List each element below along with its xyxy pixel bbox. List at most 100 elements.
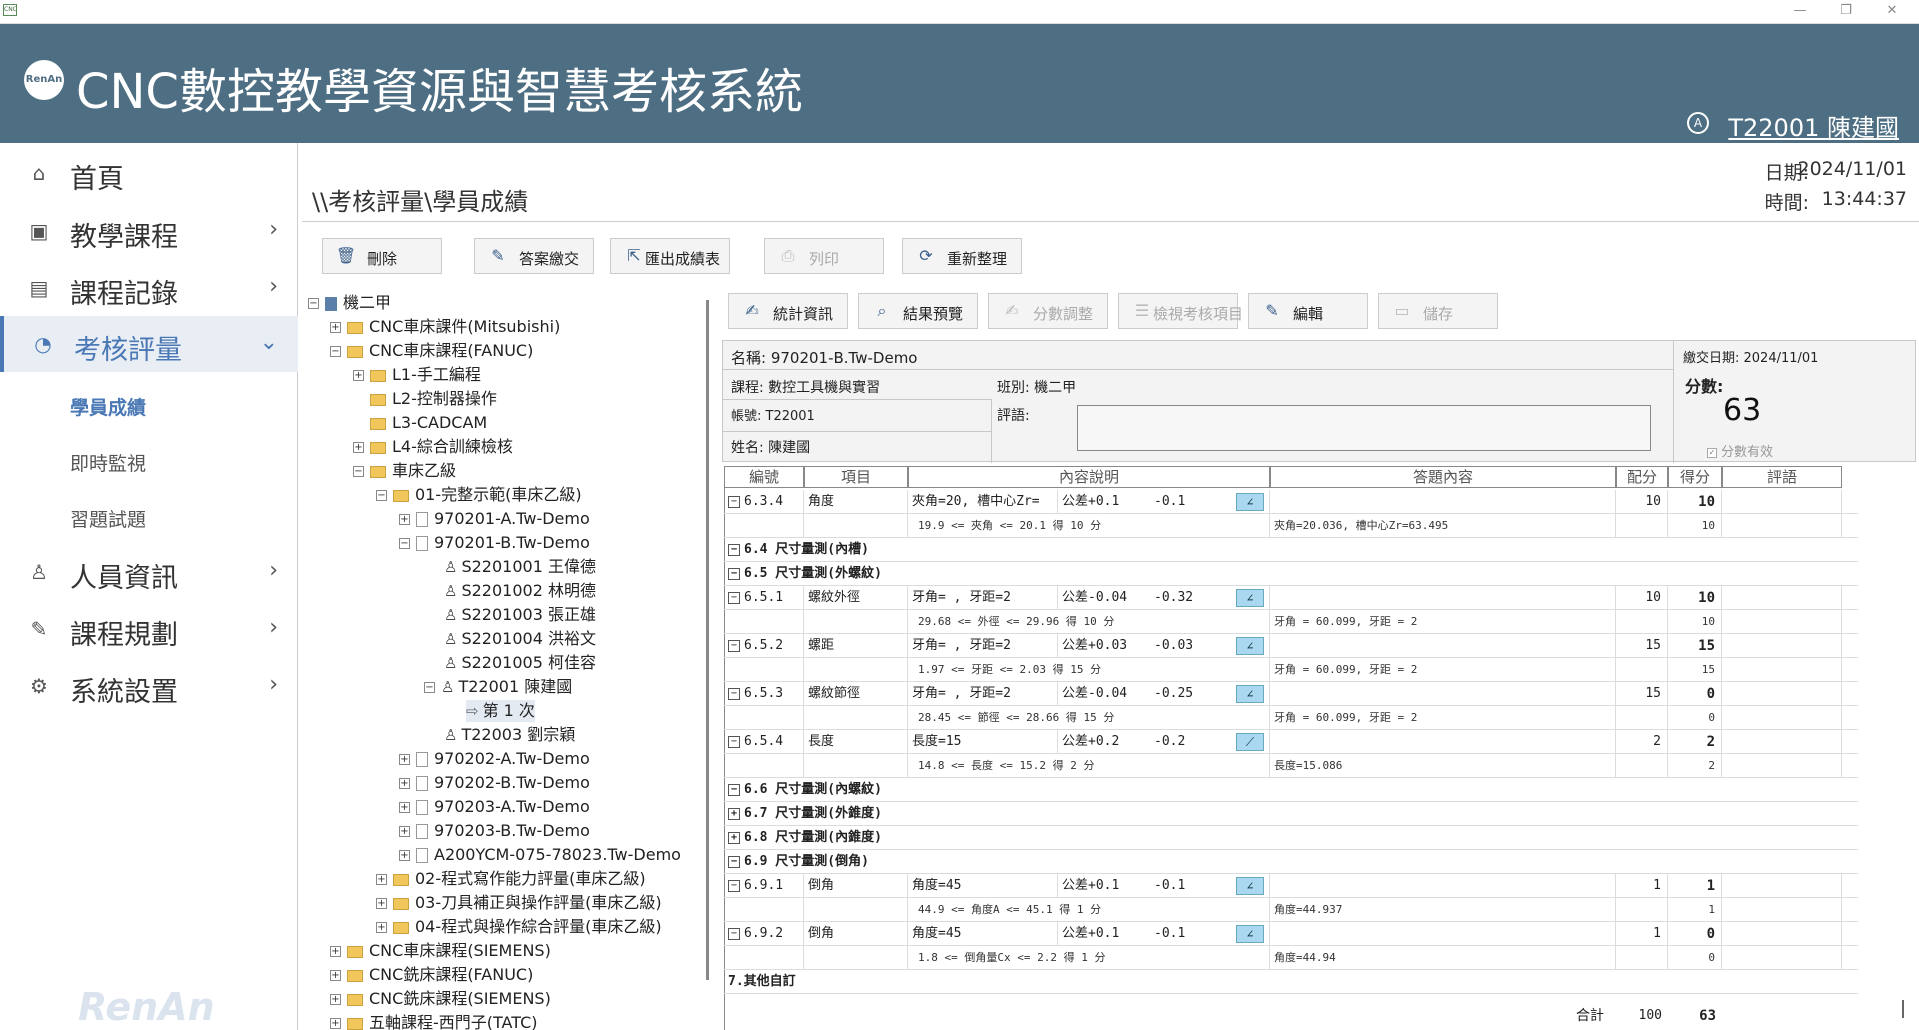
expand-icon[interactable]: + [330,970,341,981]
minimize-button[interactable]: — [1790,2,1810,20]
collapse-icon[interactable]: − [424,682,435,693]
nav-settings[interactable]: ⚙ 系統設置 › [0,658,298,714]
tree-node[interactable]: − 01-完整示範(車床乙級) [376,484,582,506]
collapse-icon[interactable]: − [353,466,364,477]
col-header-comment[interactable]: 評語 [1722,466,1842,488]
tree-node[interactable]: − ♙ T22001 陳建國 [424,676,572,698]
collapse-icon[interactable]: − [330,346,341,357]
grid-scrollbar[interactable] [1902,1000,1904,1018]
nav-planning[interactable]: ✎ 課程規劃 › [0,601,298,657]
angle-icon[interactable]: ∠ [1236,925,1264,943]
nav-personnel[interactable]: ♙ 人員資訊 › [0,544,298,600]
expand-icon[interactable]: + [330,946,341,957]
collapse-icon[interactable]: − [728,495,740,508]
angle-icon[interactable]: ∠ [1236,685,1264,703]
col-header-score[interactable]: 得分 [1668,466,1722,488]
collapse-icon[interactable]: − [399,538,410,549]
submit-answer-button[interactable]: ✎ 答案繳交 [474,238,594,274]
expand-icon[interactable]: + [399,802,410,813]
col-header-answer[interactable]: 答題內容 [1270,466,1616,488]
tree-node[interactable]: + CNC車床課程(SIEMENS) [330,940,551,962]
tree-node[interactable]: + A200YCM-075-78023.Tw-Demo [399,844,681,866]
tree-node[interactable]: +970202-B.Tw-Demo [399,772,590,794]
item-row[interactable]: −6.5.3 螺紋節徑 牙角= , 牙距=2 公差-0.04 -0.25 15 0 ∠ [724,682,1858,706]
export-scores-button[interactable]: ⇱ 匯出成績表 [610,238,730,274]
expand-icon[interactable]: + [399,826,410,837]
collapse-icon[interactable]: − [728,927,740,940]
tree-node[interactable]: +970203-A.Tw-Demo [399,796,590,818]
item-row[interactable]: −6.5.2 螺距 牙角= , 牙距=2 公差+0.03 -0.03 15 15 ∠ [724,634,1858,658]
tree-node[interactable]: ♙ S2201004 洪裕文 [444,628,596,650]
item-row[interactable]: −6.5.4 長度 長度=15 公差+0.2 -0.2 2 2 ⟋ [724,730,1858,754]
expand-icon[interactable]: + [399,514,410,525]
tree-scrollbar[interactable] [706,300,709,980]
item-row[interactable]: −6.5.1 螺紋外徑 牙角= , 牙距=2 公差-0.04 -0.32 10 10 ∠ [724,586,1858,610]
expand-icon[interactable]: + [330,1018,341,1029]
expand-icon[interactable]: + [399,754,410,765]
item-row[interactable]: −6.9.1 倒角 角度=45 公差+0.1 -0.1 1 1 ∠ [724,874,1858,898]
tree-node[interactable]: +04-程式與操作綜合評量(車床乙級) [376,916,662,938]
tree-node[interactable]: − 970201-B.Tw-Demo [399,532,590,554]
collapse-icon[interactable]: − [728,687,740,700]
expand-icon[interactable]: + [728,807,740,820]
section-row[interactable]: +6.8 尺寸量測(內錐度) [724,826,1858,850]
maximize-button[interactable]: ❐ [1836,2,1856,20]
close-button[interactable]: ✕ [1882,2,1902,20]
nav-courses[interactable]: ▣ 教學課程 › [0,203,298,259]
expand-icon[interactable]: + [399,778,410,789]
angle-icon[interactable]: ∠ [1236,589,1264,607]
tree-node[interactable]: + L4-綜合訓練檢核 [353,436,513,458]
expand-icon[interactable]: + [353,370,364,381]
tree-root[interactable]: − 機二甲 [308,292,391,314]
collapse-icon[interactable]: − [728,591,740,604]
col-header-points[interactable]: 配分 [1616,466,1668,488]
section-row[interactable]: 7.其他自訂 [724,970,1858,994]
preview-results-button[interactable]: ⌕ 結果預覽 [858,293,978,329]
expand-icon[interactable]: + [376,874,387,885]
item-row[interactable]: −6.9.2 倒角 角度=45 公差+0.1 -0.1 1 0 ∠ [724,922,1858,946]
expand-icon[interactable]: + [330,994,341,1005]
collapse-icon[interactable]: − [308,298,319,309]
expand-icon[interactable]: + [399,850,410,861]
subnav-student-scores[interactable]: 學員成績 [70,393,146,420]
tree-node[interactable]: ♙ S2201001 王偉德 [444,556,596,578]
nav-assessment[interactable]: ◔ 考核評量 ⌄ [0,316,298,372]
tree-node[interactable]: L3-CADCAM [370,412,487,434]
col-header-desc[interactable]: 內容說明 [908,466,1270,488]
tree-node[interactable]: +02-程式寫作能力評量(車床乙級) [376,868,646,890]
statistics-button[interactable]: ✍ 統計資訊 [728,293,848,329]
view-items-button[interactable]: ☰ 檢視考核項目 [1118,293,1243,329]
tree-node[interactable]: +970202-A.Tw-Demo [399,748,590,770]
tree-node[interactable]: ♙ S2201003 張正雄 [444,604,596,626]
tree-node[interactable]: + L1-手工編程 [353,364,481,386]
section-row[interactable]: −6.6 尺寸量測(內螺紋) [724,778,1858,802]
collapse-icon[interactable]: − [728,855,740,868]
collapse-icon[interactable]: − [728,639,740,652]
tree-node[interactable]: +970203-B.Tw-Demo [399,820,590,842]
section-row[interactable]: −6.4 尺寸量測(內槽) [724,538,1858,562]
collapse-icon[interactable]: − [728,567,740,580]
print-button[interactable]: ⎙ 列印 [764,238,884,274]
tree-node[interactable]: ♙ T22003 劉宗穎 [444,724,575,746]
adjust-score-button[interactable]: ✍ 分數調整 [988,293,1108,329]
section-row[interactable]: −6.5 尺寸量測(外螺紋) [724,562,1858,586]
collapse-icon[interactable]: − [728,783,740,796]
col-header-item[interactable]: 項目 [804,466,908,488]
collapse-icon[interactable]: − [728,735,740,748]
expand-icon[interactable]: + [353,442,364,453]
tree-node[interactable]: ♙ S2201002 林明德 [444,580,596,602]
expand-icon[interactable]: + [330,322,341,333]
tree-node[interactable]: +03-刀具補正與操作評量(車床乙級) [376,892,662,914]
collapse-icon[interactable]: − [376,490,387,501]
tree-node[interactable]: L2-控制器操作 [370,388,497,410]
tree-node[interactable]: +970201-A.Tw-Demo [399,508,590,530]
nav-home[interactable]: ⌂ 首頁 [0,145,298,201]
subnav-live-monitor[interactable]: 即時監視 [70,449,146,476]
angle-icon[interactable]: ∠ [1236,877,1264,895]
line-icon[interactable]: ⟋ [1236,733,1264,751]
user-link[interactable]: T22001 陳建國 [1728,108,1899,143]
expand-icon[interactable]: + [376,898,387,909]
save-button[interactable]: ▭ 儲存 [1378,293,1498,329]
section-row[interactable]: +6.7 尺寸量測(外錐度) [724,802,1858,826]
delete-button[interactable]: 🗑 刪除 [322,238,442,274]
